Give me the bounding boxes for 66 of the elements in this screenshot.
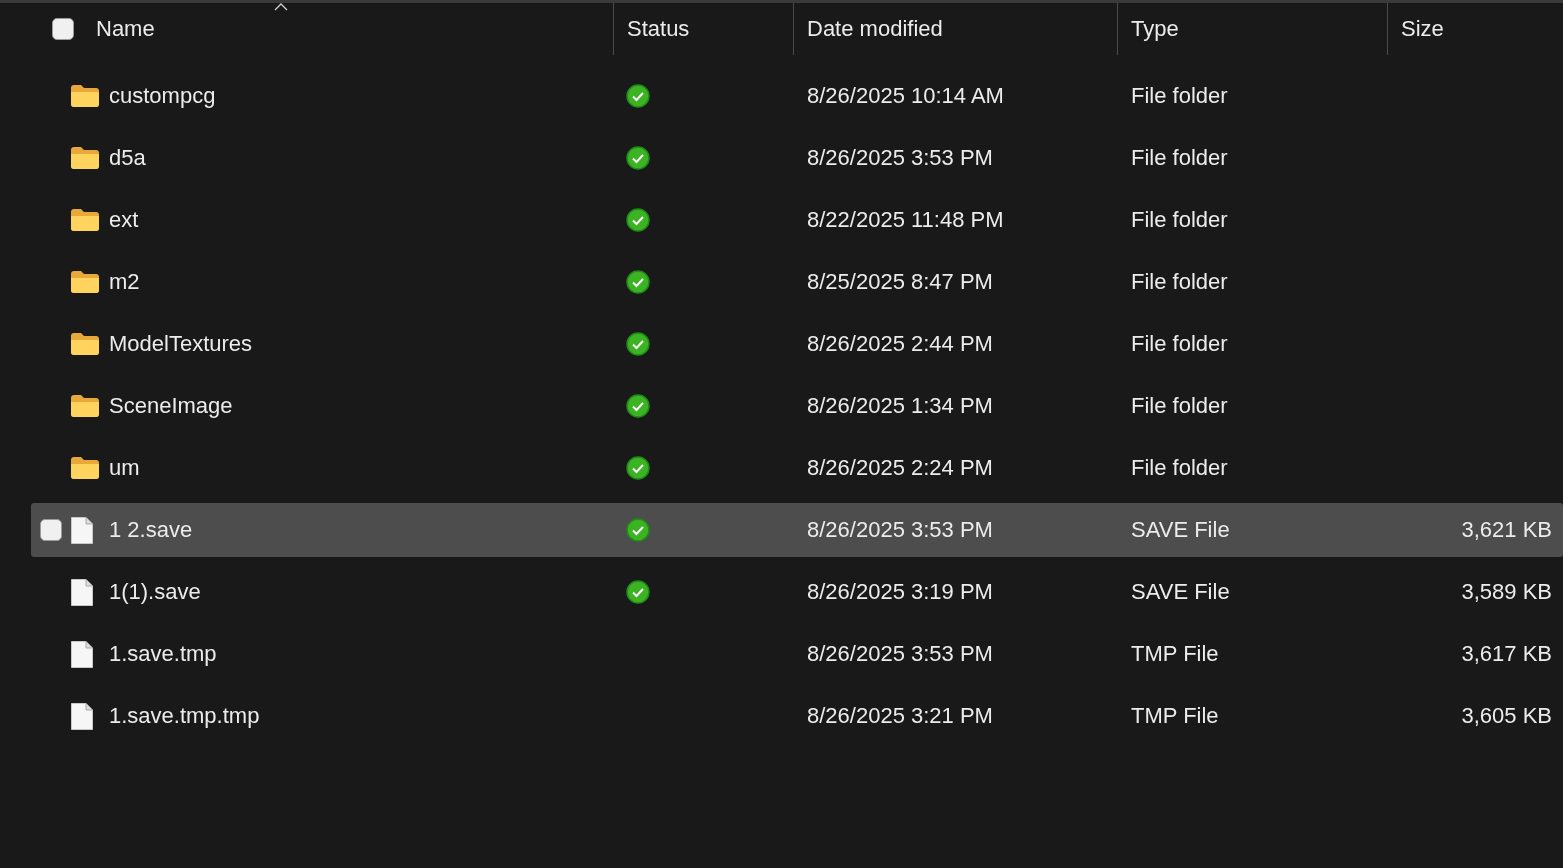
date-modified: 8/26/2025 3:53 PM xyxy=(807,145,993,171)
folder-name[interactable]: ModelTextures xyxy=(109,331,253,357)
date-modified: 8/26/2025 3:21 PM xyxy=(807,703,993,729)
file-icon xyxy=(71,640,93,668)
file-type: File folder xyxy=(1131,331,1228,357)
select-all-checkbox[interactable] xyxy=(52,18,74,40)
file-size: 3,589 KB xyxy=(1461,579,1552,605)
file-type: File folder xyxy=(1131,269,1228,295)
file-row[interactable]: d5a 8/26/2025 3:53 PM File folder xyxy=(31,131,1563,185)
folder-name[interactable]: SceneImage xyxy=(109,393,233,419)
file-row[interactable]: ModelTextures 8/26/2025 2:44 PM File folder xyxy=(31,317,1563,371)
date-column-header[interactable]: Date modified xyxy=(807,16,943,42)
row-checkbox[interactable] xyxy=(40,519,62,541)
folder-icon xyxy=(71,209,99,231)
folder-name[interactable]: d5a xyxy=(109,145,146,171)
file-type: File folder xyxy=(1131,393,1228,419)
file-row[interactable]: 1(1).save 8/26/2025 3:19 PM SAVE File 3,589 KB xyxy=(31,565,1563,619)
file-name[interactable]: 1.save.tmp xyxy=(109,641,217,667)
file-type: TMP File xyxy=(1131,641,1219,667)
folder-icon xyxy=(71,333,99,355)
file-name[interactable]: 1(1).save xyxy=(109,579,201,605)
file-row[interactable]: um 8/26/2025 2:24 PM File folder xyxy=(31,441,1563,495)
file-type: TMP File xyxy=(1131,703,1219,729)
date-modified: 8/26/2025 1:34 PM xyxy=(807,393,993,419)
file-size: 3,621 KB xyxy=(1461,517,1552,543)
folder-name[interactable]: um xyxy=(109,455,140,481)
file-type: File folder xyxy=(1131,455,1228,481)
folder-icon xyxy=(71,271,99,293)
folder-icon xyxy=(71,395,99,417)
file-row[interactable]: 1.save.tmp 8/26/2025 3:53 PM TMP File 3,617 KB xyxy=(31,627,1563,681)
folder-icon xyxy=(71,457,99,479)
file-type: SAVE File xyxy=(1131,517,1230,543)
file-row[interactable]: m2 8/25/2025 8:47 PM File folder xyxy=(31,255,1563,309)
file-type: File folder xyxy=(1131,83,1228,109)
file-size: 3,617 KB xyxy=(1461,641,1552,667)
file-icon xyxy=(71,578,93,606)
file-type: File folder xyxy=(1131,207,1228,233)
date-modified: 8/26/2025 10:14 AM xyxy=(807,83,1004,109)
date-modified: 8/26/2025 3:19 PM xyxy=(807,579,993,605)
file-name[interactable]: 1 2.save xyxy=(109,517,193,543)
date-modified: 8/26/2025 2:44 PM xyxy=(807,331,993,357)
date-modified: 8/25/2025 8:47 PM xyxy=(807,269,993,295)
date-modified: 8/26/2025 3:53 PM xyxy=(807,517,993,543)
folder-name[interactable]: m2 xyxy=(109,269,140,295)
file-type: File folder xyxy=(1131,145,1228,171)
file-row[interactable]: custompcg 8/26/2025 10:14 AM File folder xyxy=(31,69,1563,123)
status-column-header[interactable]: Status xyxy=(627,16,690,42)
folder-icon xyxy=(71,85,99,107)
file-type: SAVE File xyxy=(1131,579,1230,605)
file-size: 3,605 KB xyxy=(1461,703,1552,729)
file-icon xyxy=(71,702,93,730)
file-row[interactable]: ext 8/22/2025 11:48 PM File folder xyxy=(31,193,1563,247)
folder-icon xyxy=(71,147,99,169)
date-modified: 8/26/2025 2:24 PM xyxy=(807,455,993,481)
size-column-header[interactable]: Size xyxy=(1401,16,1444,42)
date-modified: 8/26/2025 3:53 PM xyxy=(807,641,993,667)
file-row[interactable]: 1.save.tmp.tmp 8/26/2025 3:21 PM TMP File 3,605 KB xyxy=(31,689,1563,743)
file-name[interactable]: 1.save.tmp.tmp xyxy=(109,703,260,729)
folder-name[interactable]: ext xyxy=(109,207,139,233)
folder-name[interactable]: custompcg xyxy=(109,83,216,109)
type-column-header[interactable]: Type xyxy=(1131,16,1179,42)
file-row[interactable]: SceneImage 8/26/2025 1:34 PM File folder xyxy=(31,379,1563,433)
file-icon xyxy=(71,516,93,544)
name-column-header[interactable]: Name xyxy=(96,16,155,42)
date-modified: 8/22/2025 11:48 PM xyxy=(807,207,1004,233)
file-row[interactable]: 1 2.save 8/26/2025 3:53 PM SAVE File 3,621 KB xyxy=(31,503,1563,557)
